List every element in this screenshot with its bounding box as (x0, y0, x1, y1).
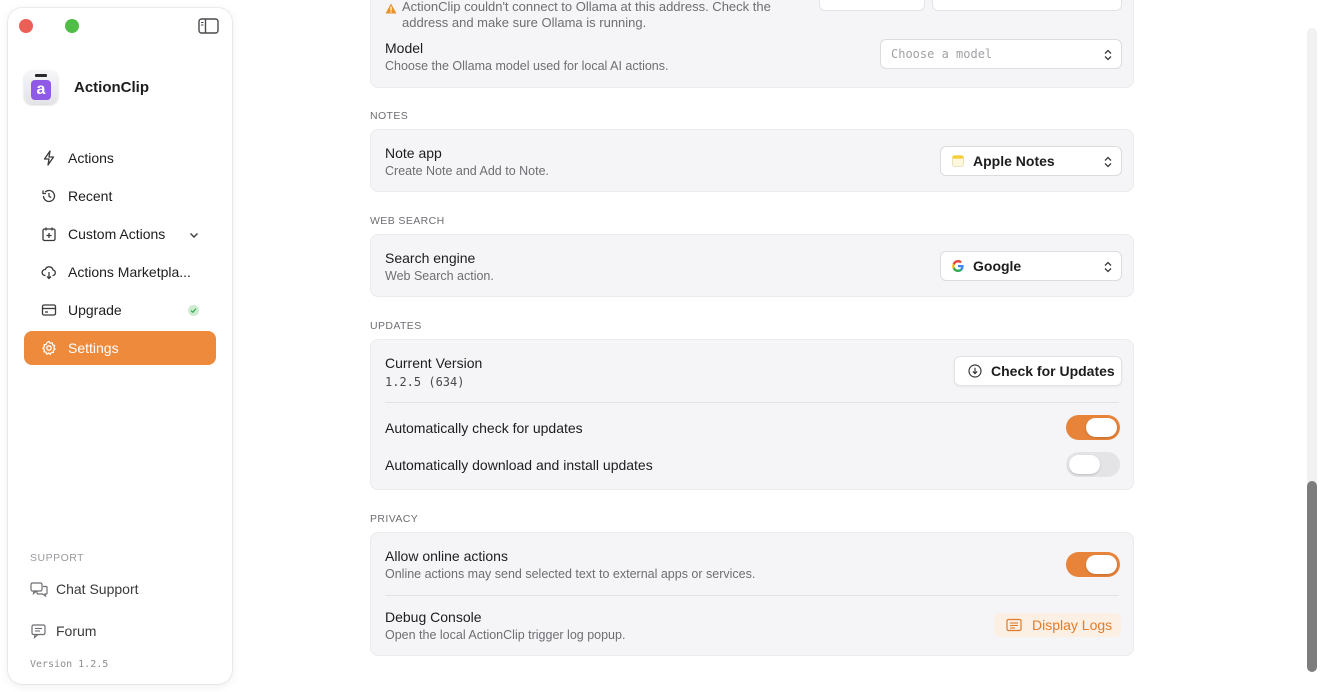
note-app-subtitle: Create Note and Add to Note. (385, 164, 549, 178)
updates-section-label: UPDATES (370, 320, 422, 332)
note-app-title: Note app (385, 145, 442, 161)
log-list-icon (1006, 618, 1022, 632)
auto-install-label: Automatically download and install updat… (385, 457, 653, 473)
partial-select[interactable] (932, 0, 1122, 11)
app-logo: a (24, 70, 58, 104)
bolt-icon (41, 150, 57, 166)
search-engine-select[interactable]: Google (940, 251, 1122, 281)
model-select[interactable]: Choose a model (880, 39, 1122, 69)
partial-button[interactable] (819, 0, 925, 11)
check-for-updates-button[interactable]: Check for Updates (954, 356, 1122, 386)
search-engine-title: Search engine (385, 250, 476, 266)
debug-console-title: Debug Console (385, 609, 482, 625)
support-section-label: SUPPORT (30, 552, 85, 564)
sidebar-item-upgrade[interactable]: Upgrade (24, 293, 216, 327)
updown-chevron-icon (1104, 48, 1112, 61)
search-engine-value: Google (973, 258, 1022, 274)
current-version-title: Current Version (385, 355, 483, 371)
privacy-section-label: PRIVACY (370, 513, 419, 525)
auto-check-toggle[interactable] (1066, 415, 1120, 440)
search-engine-subtitle: Web Search action. (385, 269, 494, 283)
display-logs-button[interactable]: Display Logs (994, 613, 1121, 637)
note-app-select[interactable]: Apple Notes (940, 146, 1122, 176)
model-title: Model (385, 40, 424, 56)
note-app-value: Apple Notes (973, 153, 1055, 169)
warning-icon (385, 1, 399, 15)
web-search-section-label: WEB SEARCH (370, 215, 445, 227)
checkmark-badge-icon (188, 305, 199, 316)
forum-label: Forum (56, 623, 97, 639)
sidebar-item-actions-marketplace[interactable]: Actions Marketpla... (24, 255, 216, 289)
display-logs-label: Display Logs (1032, 617, 1113, 633)
calendar-plus-icon (41, 226, 57, 242)
current-version-value: 1.2.5 (634) (385, 375, 465, 389)
web-search-card: Search engine Web Search action. Google (370, 234, 1134, 297)
close-window-button[interactable] (19, 19, 33, 33)
sidebar-item-label: Custom Actions (68, 226, 166, 242)
updates-card: Current Version 1.2.5 (634) Check for Up… (370, 339, 1134, 490)
divider (385, 595, 1119, 596)
auto-check-label: Automatically check for updates (385, 420, 583, 436)
sidebar-item-actions[interactable]: Actions (24, 141, 216, 175)
sidebar-item-label: Actions (68, 150, 114, 166)
auto-install-toggle[interactable] (1066, 452, 1120, 477)
check-for-updates-label: Check for Updates (991, 363, 1115, 379)
chevron-down-icon[interactable] (188, 228, 200, 240)
debug-console-subtitle: Open the local ActionClip trigger log po… (385, 628, 626, 642)
model-subtitle: Choose the Ollama model used for local A… (385, 59, 669, 73)
updown-chevron-icon (1104, 260, 1112, 273)
scrollbar-thumb[interactable] (1307, 481, 1317, 672)
zoom-window-button[interactable] (65, 19, 79, 33)
google-icon (951, 259, 965, 273)
notes-card: Note app Create Note and Add to Note. Ap… (370, 129, 1134, 192)
chat-bubbles-icon (30, 581, 48, 597)
notes-section-label: NOTES (370, 110, 409, 122)
cloud-download-icon (41, 264, 57, 280)
sidebar-item-label: Recent (68, 188, 113, 204)
online-actions-title: Allow online actions (385, 548, 508, 564)
online-actions-subtitle: Online actions may send selected text to… (385, 567, 756, 581)
privacy-card: Allow online actions Online actions may … (370, 532, 1134, 656)
app-name: ActionClip (74, 78, 149, 96)
gear-icon (41, 340, 57, 356)
divider (385, 402, 1119, 403)
sidebar-toggle-icon[interactable] (198, 17, 220, 35)
sidebar-item-recent[interactable]: Recent (24, 179, 216, 213)
app-header: a ActionClip (24, 70, 149, 104)
credit-card-icon (41, 302, 57, 318)
sidebar-item-custom-actions[interactable]: Custom Actions (24, 217, 216, 251)
online-actions-toggle[interactable] (1066, 552, 1120, 577)
app-version: Version 1.2.5 (30, 659, 109, 670)
chat-support-label: Chat Support (56, 581, 139, 597)
download-circle-icon (968, 364, 982, 378)
forum-link[interactable]: Forum (30, 623, 96, 639)
message-square-icon (30, 623, 48, 639)
updown-chevron-icon (1104, 155, 1112, 168)
ollama-card: ActionClip couldn't connect to Ollama at… (370, 0, 1134, 88)
sidebar-item-label: Settings (68, 340, 119, 356)
history-icon (41, 188, 57, 204)
model-placeholder: Choose a model (891, 47, 993, 61)
sidebar-item-label: Actions Marketpla... (68, 264, 191, 280)
sidebar-nav: Actions Recent Custom Actions Actions Ma… (24, 141, 216, 369)
sidebar-item-settings[interactable]: Settings (24, 331, 216, 365)
apple-notes-icon (951, 154, 965, 168)
chat-support-link[interactable]: Chat Support (30, 581, 139, 597)
ollama-warning-text: ActionClip couldn't connect to Ollama at… (402, 0, 771, 30)
sidebar: a ActionClip Actions Recent Custom Actio… (8, 8, 232, 684)
settings-content: ActionClip couldn't connect to Ollama at… (370, 0, 1134, 692)
sidebar-item-label: Upgrade (68, 302, 122, 318)
